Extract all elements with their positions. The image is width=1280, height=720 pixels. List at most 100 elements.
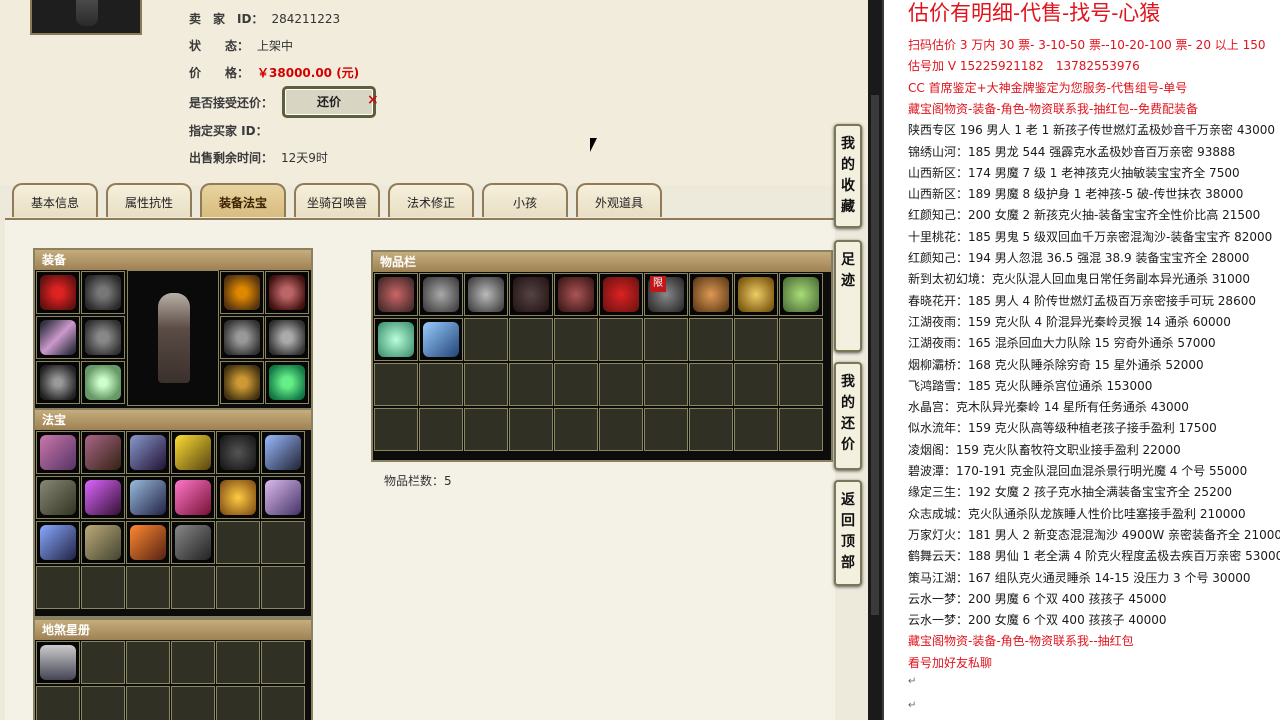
item-slot[interactable]	[261, 686, 305, 720]
item-slot[interactable]	[261, 431, 305, 474]
item-slot[interactable]	[220, 316, 264, 359]
item-slot[interactable]	[644, 363, 688, 406]
item-slot[interactable]	[36, 361, 80, 404]
item-slot[interactable]	[734, 318, 778, 361]
item-slot[interactable]	[36, 521, 80, 564]
item-slot[interactable]	[36, 686, 80, 720]
item-slot[interactable]	[220, 361, 264, 404]
item-slot[interactable]	[36, 641, 80, 684]
item-slot[interactable]	[36, 271, 80, 314]
scrollbar-thumb[interactable]	[871, 95, 879, 615]
back-to-top-button[interactable]: 返回顶部	[834, 480, 862, 586]
item-slot[interactable]	[126, 686, 170, 720]
item-slot[interactable]	[779, 273, 823, 316]
item-slot[interactable]	[689, 363, 733, 406]
item-slot[interactable]	[216, 521, 260, 564]
tab-mounts-pets[interactable]: 坐骑召唤兽	[294, 183, 380, 217]
item-slot[interactable]	[509, 318, 553, 361]
item-slot[interactable]	[644, 408, 688, 451]
item-slot[interactable]	[36, 476, 80, 519]
item-slot[interactable]	[216, 686, 260, 720]
item-slot[interactable]	[126, 641, 170, 684]
item-slot[interactable]	[734, 408, 778, 451]
item-slot[interactable]	[419, 273, 463, 316]
item-slot[interactable]	[419, 318, 463, 361]
item-slot[interactable]	[216, 476, 260, 519]
item-slot[interactable]	[81, 316, 125, 359]
item-slot[interactable]	[81, 271, 125, 314]
item-slot[interactable]	[779, 318, 823, 361]
item-slot[interactable]	[599, 363, 643, 406]
item-slot[interactable]	[81, 641, 125, 684]
item-slot[interactable]	[261, 476, 305, 519]
item-slot[interactable]	[554, 318, 598, 361]
tab-appearance[interactable]: 外观道具	[576, 183, 662, 217]
item-slot[interactable]	[734, 363, 778, 406]
item-slot[interactable]	[509, 408, 553, 451]
item-slot[interactable]	[171, 686, 215, 720]
scrollbar[interactable]	[868, 0, 882, 720]
item-slot[interactable]	[126, 521, 170, 564]
item-slot[interactable]	[216, 431, 260, 474]
item-slot[interactable]	[81, 431, 125, 474]
item-slot[interactable]	[171, 431, 215, 474]
item-slot[interactable]	[689, 318, 733, 361]
item-slot[interactable]	[374, 363, 418, 406]
item-slot[interactable]	[171, 476, 215, 519]
counter-offer-button[interactable]: 还价	[282, 86, 376, 118]
item-slot[interactable]	[126, 431, 170, 474]
item-slot[interactable]	[81, 686, 125, 720]
tab-children[interactable]: 小孩	[482, 183, 568, 217]
item-slot[interactable]	[554, 408, 598, 451]
item-slot[interactable]	[464, 318, 508, 361]
item-slot[interactable]	[734, 273, 778, 316]
item-slot[interactable]	[220, 271, 264, 314]
item-slot[interactable]	[81, 566, 125, 609]
item-slot[interactable]	[36, 566, 80, 609]
item-slot[interactable]	[554, 363, 598, 406]
item-slot[interactable]	[261, 521, 305, 564]
item-slot[interactable]	[216, 566, 260, 609]
tab-equipment[interactable]: 装备法宝	[200, 183, 286, 217]
close-icon[interactable]: ×	[367, 92, 379, 108]
item-slot[interactable]	[419, 363, 463, 406]
tab-basic-info[interactable]: 基本信息	[12, 183, 98, 217]
item-slot[interactable]	[464, 273, 508, 316]
tab-attributes[interactable]: 属性抗性	[106, 183, 192, 217]
item-slot[interactable]	[554, 273, 598, 316]
item-slot[interactable]	[36, 431, 80, 474]
tab-spell-mods[interactable]: 法术修正	[388, 183, 474, 217]
item-slot[interactable]	[599, 273, 643, 316]
item-slot[interactable]	[599, 318, 643, 361]
item-slot[interactable]	[261, 566, 305, 609]
item-slot[interactable]	[509, 363, 553, 406]
item-slot[interactable]	[779, 408, 823, 451]
item-slot[interactable]	[599, 408, 643, 451]
item-slot[interactable]	[261, 641, 305, 684]
item-slot[interactable]	[689, 273, 733, 316]
item-slot[interactable]	[374, 408, 418, 451]
footprint-button[interactable]: 足迹	[834, 240, 862, 352]
item-slot[interactable]	[464, 408, 508, 451]
item-slot[interactable]	[171, 566, 215, 609]
item-slot[interactable]	[81, 361, 125, 404]
item-slot[interactable]	[171, 521, 215, 564]
item-slot[interactable]	[265, 316, 309, 359]
item-slot[interactable]	[81, 521, 125, 564]
my-offers-button[interactable]: 我的还价	[834, 362, 862, 470]
item-slot[interactable]	[216, 641, 260, 684]
item-slot[interactable]	[419, 408, 463, 451]
item-slot[interactable]	[464, 363, 508, 406]
item-slot[interactable]	[374, 273, 418, 316]
item-slot[interactable]	[265, 361, 309, 404]
favorites-button[interactable]: 我的收藏	[834, 124, 862, 228]
item-slot[interactable]	[644, 318, 688, 361]
item-slot[interactable]	[126, 566, 170, 609]
item-slot[interactable]	[36, 316, 80, 359]
item-slot[interactable]	[374, 318, 418, 361]
item-slot[interactable]	[509, 273, 553, 316]
item-slot[interactable]	[265, 271, 309, 314]
item-slot[interactable]	[689, 408, 733, 451]
item-slot[interactable]	[171, 641, 215, 684]
item-slot[interactable]	[81, 476, 125, 519]
